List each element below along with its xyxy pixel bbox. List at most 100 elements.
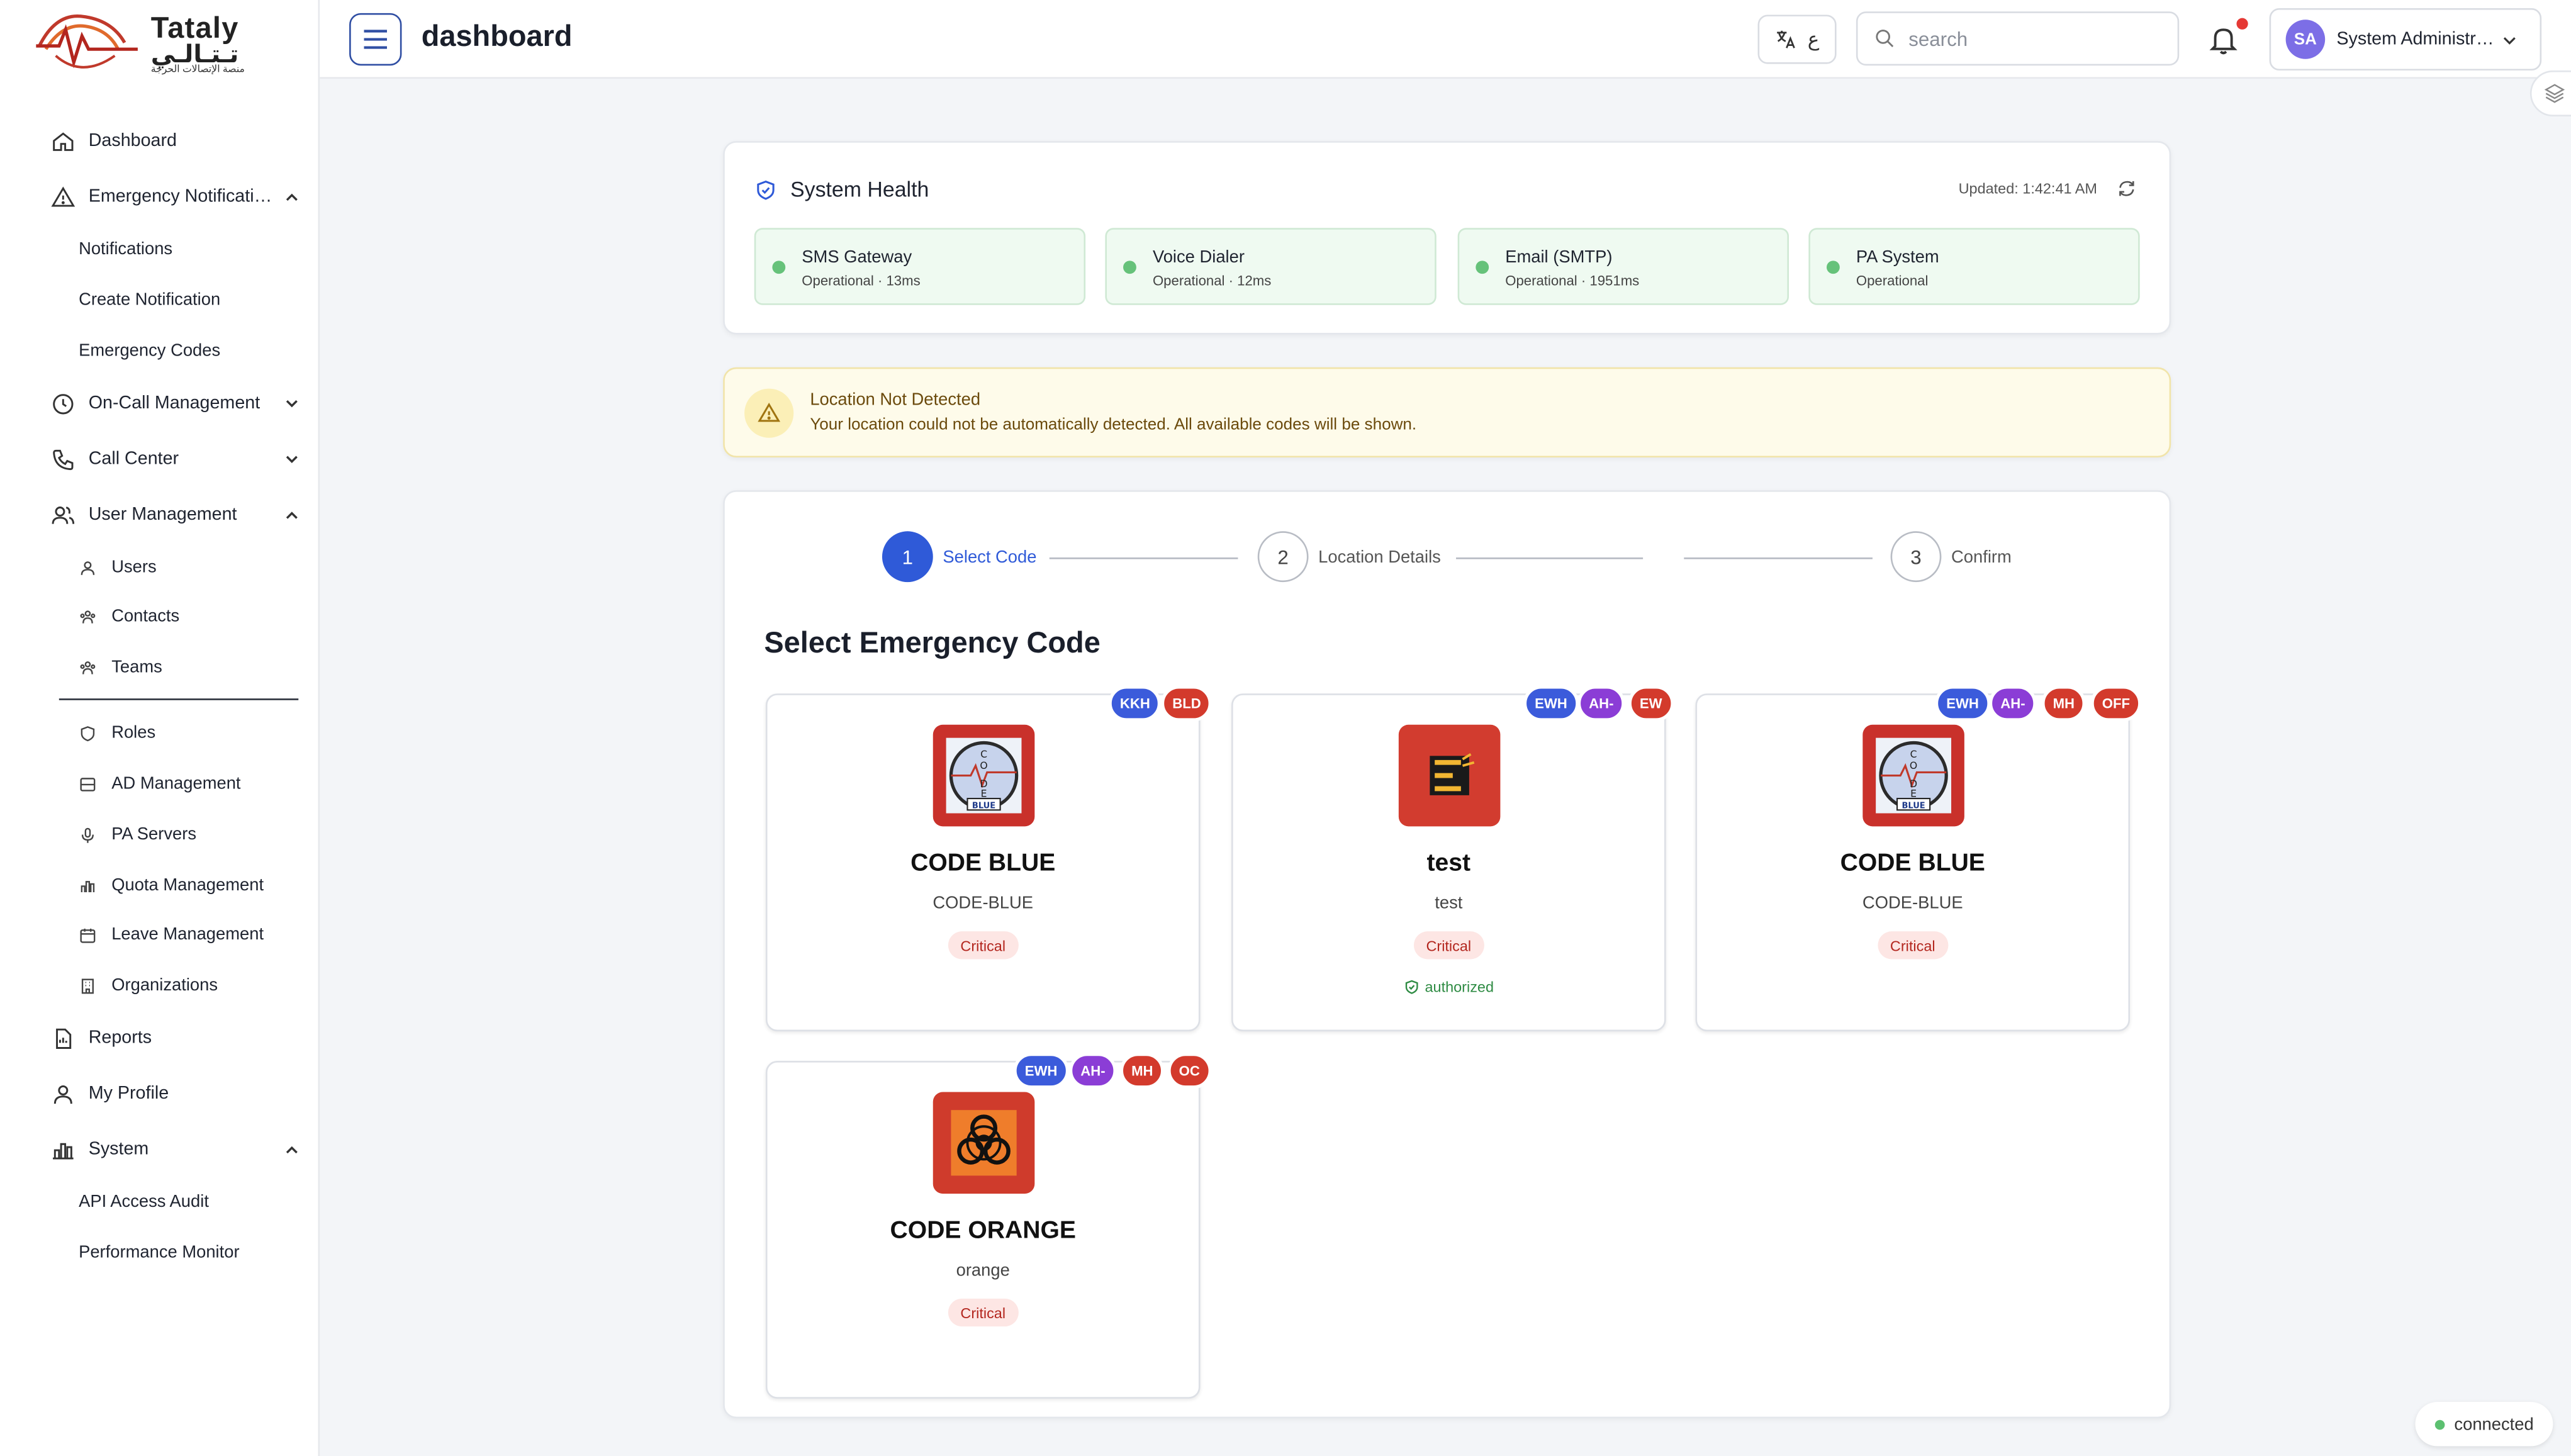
sidebar-item-label: Emergency Notifications [88,187,276,207]
sidebar-item-roles[interactable]: Roles [79,717,155,749]
code-test-icon [1398,724,1501,827]
notification-bell-icon[interactable] [2207,21,2240,57]
sidebar-item-api-access-audit[interactable]: API Access Audit [79,1185,209,1218]
sidebar-item-system[interactable]: System [40,1129,302,1169]
connection-label: connected [2454,1414,2534,1434]
code-card-test[interactable]: test test Critical authorized [1231,693,1666,1032]
clock-icon [49,390,76,417]
brand-tagline: منصة الإتصالات الحرجة [150,65,245,76]
user-menu-button[interactable]: SA System Administrator [2269,8,2542,71]
sidebar-item-contacts[interactable]: Contacts [79,600,179,633]
sidebar-divider [59,698,299,700]
top-bar: dashboard ع SA System Administrator [320,0,2571,79]
code-card-code-orange[interactable]: CODE ORANGE orange Critical [765,1061,1201,1399]
biohazard-icon [933,1092,1035,1194]
step-1-label: Select Code [943,547,1037,568]
teams-icon [79,658,98,677]
code-id: CODE-BLUE [1862,893,1963,914]
sidebar-item-leave-management[interactable]: Leave Management [79,918,264,951]
authorized-label: authorized [1425,978,1494,995]
sidebar-item-ad-management[interactable]: AD Management [79,768,241,800]
avatar: SA [2285,20,2326,59]
menu-toggle-button[interactable] [349,13,402,66]
hamburger-icon [364,30,387,49]
svg-text:C: C [980,748,987,760]
service-pa-system: PA System Operational [1808,228,2140,305]
sidebar-item-label: Quota Management [111,875,264,895]
service-status: Operational · 12ms [1152,272,1272,289]
svg-text:C: C [1910,748,1917,760]
location-tag: AH- [1988,685,2037,722]
sidebar-item-label: Organizations [111,975,218,995]
sidebar-item-create-notification[interactable]: Create Notification [79,284,220,316]
severity-badge: Critical [1413,931,1485,960]
code-name: test [1426,849,1471,878]
sidebar-item-performance-monitor[interactable]: Performance Monitor [79,1236,240,1269]
home-icon [49,128,76,154]
service-name: Email (SMTP) [1505,247,1613,267]
sidebar-item-pa-servers[interactable]: PA Servers [79,818,196,851]
svg-text:BLUE: BLUE [1902,802,1925,811]
user-name: System Administrator [2336,29,2501,50]
updated-timestamp: Updated: 1:42:41 AM [1958,180,2097,197]
sidebar-item-user-management[interactable]: User Management [40,495,302,535]
sidebar-item-quota-management[interactable]: Quota Management [79,869,264,902]
brand-logo[interactable]: Tataly تـتـالـي منصة الإتصالات الحرجة [33,6,287,76]
severity-badge: Critical [947,1298,1019,1327]
search-box[interactable] [1856,11,2180,66]
sidebar-item-label: Contacts [111,607,180,627]
severity-badge: Critical [947,931,1019,960]
sidebar-item-label: Dashboard [88,131,177,151]
layers-toggle-button[interactable] [2529,70,2571,117]
sidebar-item-dashboard[interactable]: Dashboard [40,121,302,161]
warning-message: Your location could not be automatically… [810,416,1417,435]
sidebar-item-on-call-management[interactable]: On-Call Management [40,384,302,423]
language-label: ع [1807,28,1820,51]
location-warning: Location Not Detected Your location coul… [723,367,2171,458]
service-name: SMS Gateway [802,247,912,267]
code-card-code-blue-2[interactable]: C O D E BLUE CODE BLUE CODE-BLUE Critica… [1695,693,2131,1032]
language-button[interactable]: ع [1757,14,1837,64]
sidebar-item-notifications[interactable]: Notifications [79,233,172,266]
sidebar-item-label: Roles [111,723,156,743]
chevron-down-icon [286,456,298,463]
refresh-icon[interactable] [2117,179,2136,198]
sidebar-item-teams[interactable]: Teams [79,651,162,684]
location-tag: BLD [1160,685,1213,722]
location-tag: EWH [1934,685,1991,722]
chevron-down-icon [2503,36,2516,44]
chevron-down-icon [286,400,298,408]
svg-text:E: E [1910,787,1917,799]
service-name: PA System [1856,247,1939,267]
profile-icon [49,1080,76,1107]
sidebar-item-label: On-Call Management [88,393,260,413]
code-name: CODE ORANGE [890,1216,1076,1245]
sidebar-item-emergency-codes[interactable]: Emergency Codes [79,335,220,367]
sidebar-item-reports[interactable]: Reports [40,1018,302,1058]
page-title: dashboard [421,20,573,53]
search-input[interactable] [1908,26,2155,50]
service-voice-dialer: Voice Dialer Operational · 12ms [1105,228,1437,305]
building-icon [79,976,98,995]
sidebar-item-label: System [88,1140,149,1160]
sidebar-item-my-profile[interactable]: My Profile [40,1074,302,1114]
step-3-indicator: 3 [1890,531,1942,583]
alert-triangle-icon [49,184,76,210]
user-icon [79,557,98,577]
sidebar-item-organizations[interactable]: Organizations [79,969,218,1002]
service-name: Voice Dialer [1152,247,1245,267]
step-1-indicator[interactable]: 1 [882,531,933,583]
system-health-title: System Health [790,177,929,202]
sidebar-item-label: Users [111,557,157,578]
sidebar-item-users[interactable]: Users [79,551,157,584]
system-chart-icon [49,1136,76,1163]
sidebar-item-call-center[interactable]: Call Center [40,439,302,479]
warning-icon [744,388,794,438]
location-tag: AH- [1577,685,1625,722]
service-status: Operational · 1951ms [1505,272,1640,289]
warning-title: Location Not Detected [810,390,981,410]
status-dot [772,260,786,274]
code-card-code-blue[interactable]: C O D E BLUE CODE BLUE CODE-BLUE Critica… [765,693,1201,1032]
sidebar-item-emergency-notifications[interactable]: Emergency Notifications [40,177,302,216]
search-icon [1876,30,1894,47]
